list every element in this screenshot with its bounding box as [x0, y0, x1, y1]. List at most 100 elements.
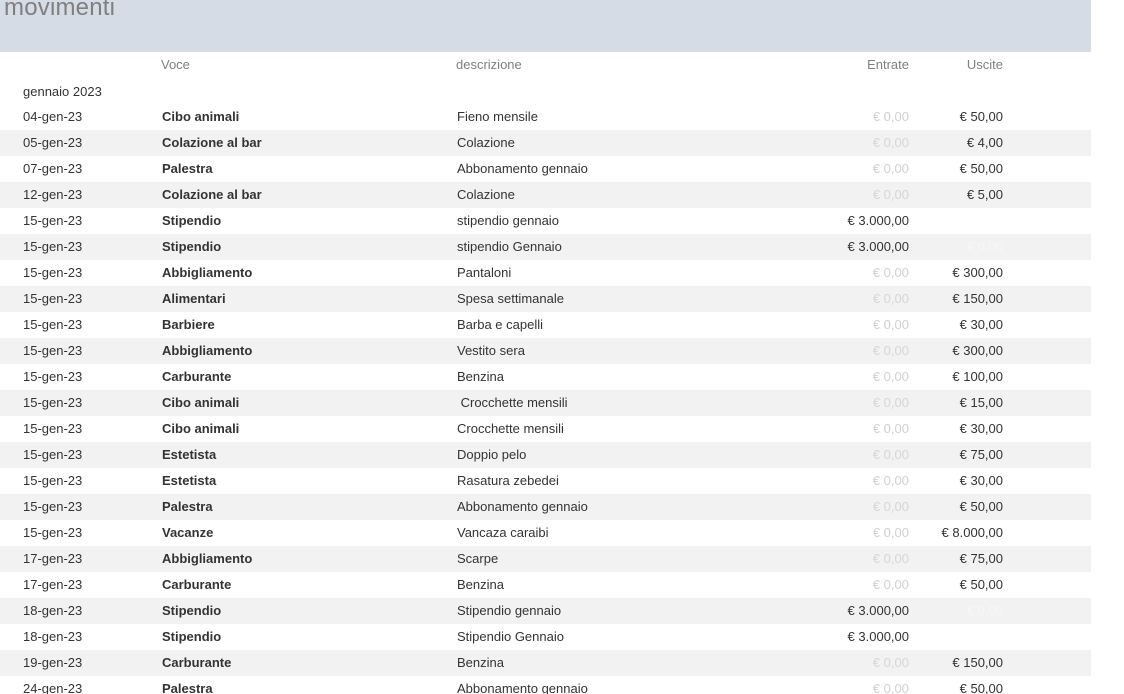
row-descrizione: Colazione [457, 187, 515, 202]
table-row[interactable]: 15-gen-23 Stipendio stipendio gennaio € 3.0… [0, 208, 1091, 234]
row-uscite: € 50,00 [959, 577, 1003, 592]
row-entrate: € 0,00 [872, 109, 909, 124]
row-entrate: € 0,00 [872, 187, 909, 202]
row-descrizione: Abbonamento gennaio [457, 681, 588, 694]
row-date: 07-gen-23 [23, 161, 83, 176]
row-voce: Colazione al bar [162, 135, 262, 150]
row-entrate: € 0,00 [872, 395, 909, 410]
row-date: 15-gen-23 [23, 343, 83, 358]
column-header-uscite: Uscite [966, 57, 1003, 72]
row-uscite: € 150,00 [952, 655, 1003, 670]
row-voce: Palestra [162, 161, 213, 176]
table-row[interactable]: 15-gen-23 Abbigliamento Vestito sera € 0,00… [0, 338, 1091, 364]
row-entrate: € 0,00 [872, 369, 909, 384]
row-entrate: € 0,00 [872, 655, 909, 670]
row-entrate: € 0,00 [872, 577, 909, 592]
row-voce: Estetista [162, 473, 217, 488]
row-uscite: € 0,00 [966, 603, 1003, 618]
row-voce: Carburante [162, 369, 232, 384]
table-row[interactable]: 15-gen-23 Alimentari Spesa settimanale € 0,… [0, 286, 1091, 312]
row-descrizione: Spesa settimanale [457, 291, 564, 306]
row-date: 12-gen-23 [23, 187, 83, 202]
row-voce: Stipendio [162, 213, 222, 228]
row-date: 15-gen-23 [23, 499, 83, 514]
row-voce: Estetista [162, 447, 217, 462]
table-row[interactable]: 12-gen-23 Colazione al bar Colazione € 0,00… [0, 182, 1091, 208]
row-entrate: € 0,00 [872, 291, 909, 306]
row-date: 15-gen-23 [23, 213, 83, 228]
row-uscite: € 8.000,00 [941, 525, 1003, 540]
row-entrate: € 0,00 [872, 265, 909, 280]
row-uscite: € 100,00 [952, 369, 1003, 384]
row-descrizione: Doppio pelo [457, 447, 527, 462]
row-voce: Abbigliamento [162, 551, 253, 566]
row-uscite: € 50,00 [959, 681, 1003, 694]
table-row[interactable]: 15-gen-23 Estetista Doppio pelo € 0,00 € 75,… [0, 442, 1091, 468]
row-descrizione: Pantaloni [457, 265, 512, 280]
row-descrizione: Fieno mensile [457, 109, 538, 124]
row-entrate: € 3.000,00 [847, 239, 909, 254]
row-entrate: € 0,00 [872, 473, 909, 488]
row-entrate: € 0,00 [872, 447, 909, 462]
table-row[interactable]: 15-gen-23 Vacanze Vancaza caraibi € 0,00 € 8… [0, 520, 1091, 546]
table-row[interactable]: 17-gen-23 Abbigliamento Scarpe € 0,00 € 75,0… [0, 546, 1091, 572]
column-header-descrizione: descrizione [456, 57, 522, 72]
row-uscite: € 0,00 [966, 239, 1003, 254]
table-row[interactable]: 15-gen-23 Estetista Rasatura zebedei € 0,00… [0, 468, 1091, 494]
row-date: 18-gen-23 [23, 603, 83, 618]
table-row[interactable]: 24-gen-23 Palestra Abbonamento gennaio € 0,… [0, 676, 1091, 694]
row-entrate: € 0,00 [872, 499, 909, 514]
row-entrate: € 0,00 [872, 161, 909, 176]
row-date: 19-gen-23 [23, 655, 83, 670]
table-row[interactable]: 18-gen-23 Stipendio Stipendio gennaio € 3.0… [0, 598, 1091, 624]
report-title: movimenti [4, 0, 116, 21]
row-uscite: € 30,00 [959, 317, 1003, 332]
row-voce: Stipendio [162, 239, 222, 254]
row-entrate: € 0,00 [872, 551, 909, 566]
table-row[interactable]: 15-gen-23 Cibo animali Crocchette mensili… [0, 390, 1091, 416]
table-row[interactable]: 15-gen-23 Cibo animali Crocchette mensili €… [0, 416, 1091, 442]
table-row[interactable]: 19-gen-23 Carburante Benzina € 0,00 € 150,00 [0, 650, 1091, 676]
row-descrizione: Crocchette mensili [457, 395, 568, 410]
table-row[interactable]: 15-gen-23 Abbigliamento Pantaloni € 0,00 € 3… [0, 260, 1091, 286]
row-date: 04-gen-23 [23, 109, 83, 124]
row-date: 15-gen-23 [23, 421, 83, 436]
table-row[interactable]: 15-gen-23 Palestra Abbonamento gennaio € 0,… [0, 494, 1091, 520]
row-date: 15-gen-23 [23, 473, 83, 488]
table-row[interactable]: 18-gen-23 Stipendio Stipendio Gennaio € 3.0… [0, 624, 1091, 650]
row-descrizione: Benzina [457, 655, 504, 670]
row-voce: Palestra [162, 499, 213, 514]
row-entrate: € 0,00 [872, 135, 909, 150]
row-date: 15-gen-23 [23, 239, 83, 254]
row-descrizione: Stipendio Gennaio [457, 629, 564, 644]
row-entrate: € 0,00 [872, 421, 909, 436]
column-header-voce: Voce [161, 57, 190, 72]
row-descrizione: stipendio gennaio [457, 213, 559, 228]
row-entrate: € 0,00 [872, 525, 909, 540]
table-row[interactable]: 17-gen-23 Carburante Benzina € 0,00 € 50,00 [0, 572, 1091, 598]
row-entrate: € 0,00 [872, 681, 909, 694]
row-descrizione: Abbonamento gennaio [457, 161, 588, 176]
table-row[interactable]: 07-gen-23 Palestra Abbonamento gennaio € 0,… [0, 156, 1091, 182]
table-row[interactable]: 15-gen-23 Stipendio stipendio Gennaio € 3.0… [0, 234, 1091, 260]
row-date: 15-gen-23 [23, 369, 83, 384]
row-date: 15-gen-23 [23, 317, 83, 332]
row-descrizione: Barba e capelli [457, 317, 543, 332]
row-descrizione: Scarpe [457, 551, 499, 566]
row-descrizione: Vestito sera [457, 343, 525, 358]
row-entrate: € 0,00 [872, 343, 909, 358]
row-entrate: € 3.000,00 [847, 603, 909, 618]
row-descrizione: Benzina [457, 577, 504, 592]
table-row[interactable]: 15-gen-23 Carburante Benzina € 0,00 € 100,00 [0, 364, 1091, 390]
table-row[interactable]: 04-gen-23 Cibo animali Fieno mensile € 0,00… [0, 104, 1091, 130]
table-row[interactable]: 15-gen-23 Barbiere Barba e capelli € 0,00 € … [0, 312, 1091, 338]
row-uscite: € 15,00 [959, 395, 1003, 410]
row-voce: Stipendio [162, 629, 222, 644]
row-date: 15-gen-23 [23, 291, 83, 306]
row-uscite: € 75,00 [959, 447, 1003, 462]
table-row[interactable]: 05-gen-23 Colazione al bar Colazione € 0,00… [0, 130, 1091, 156]
row-date: 15-gen-23 [23, 265, 83, 280]
row-voce: Barbiere [162, 317, 215, 332]
row-uscite: € 30,00 [959, 473, 1003, 488]
row-voce: Carburante [162, 577, 232, 592]
